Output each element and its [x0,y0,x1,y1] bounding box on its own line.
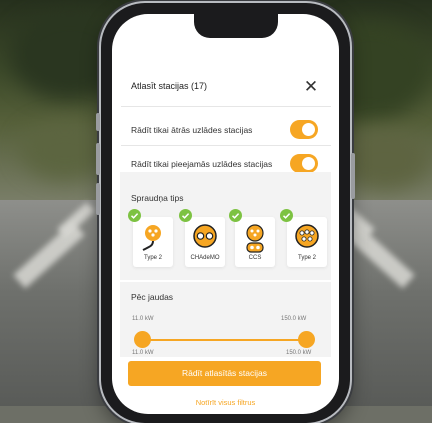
check-icon [280,209,293,222]
available-toggle[interactable] [290,154,318,173]
plug-type2-label: Type 2 [143,255,162,261]
power-max-label-bottom: 150.0 kW [286,350,312,356]
close-icon[interactable]: ✕ [300,76,322,98]
filter-title: Atlasīt stacijas (17) [131,81,208,91]
power-slider-min-thumb[interactable] [134,331,151,348]
phone-frame: Atlasīt stacijas (17) ✕ Rādīt tikai ātrā… [96,3,355,423]
power-min-label-bottom: 11.0 kW [132,350,154,356]
divider [121,145,331,146]
plug-ccs-card[interactable]: CCS [235,217,275,267]
plug-type2-cable-card[interactable]: Type 2 [133,217,173,267]
plug-ccs-label: CCS [248,255,262,261]
power-max-label-top: 150.0 kW [281,316,307,322]
show-selected-stations-button[interactable]: Rādīt atlasītās stacijas [128,361,321,386]
power-slider-max-thumb[interactable] [298,331,315,348]
plug-chademo-card[interactable]: CHAdeMO [185,217,225,267]
plug-chademo-label: CHAdeMO [190,255,220,261]
plug-type2-socket-card[interactable]: Type 2 [287,217,327,267]
power-title: Pēc jaudas [131,292,174,302]
power-slider-track[interactable] [142,339,304,341]
fast-charging-toggle[interactable] [290,120,318,139]
filter-header: Atlasīt stacijas (17) ✕ [112,69,339,107]
type2-socket-icon [295,224,319,248]
divider [121,106,331,107]
type2-cable-icon [142,225,161,251]
filter-available-label: Rādīt tikai pieejamās uzlādes stacijas [131,159,273,169]
check-icon [128,209,141,222]
phone-notch [194,14,278,38]
ccs-icon [246,224,264,253]
plug-type2-socket-label: Type 2 [297,255,316,261]
plug-type-title: Spraudņa tips [131,193,184,203]
check-icon [229,209,242,222]
power-min-label-top: 11.0 kW [132,316,154,322]
check-icon [179,209,192,222]
filter-fast-charging-row: Rādīt tikai ātrās uzlādes stacijas [112,116,339,144]
filter-fast-charging-label: Rādīt tikai ātrās uzlādes stacijas [131,125,253,135]
chademo-icon [193,224,217,248]
app-screen: Atlasīt stacijas (17) ✕ Rādīt tikai ātrā… [112,14,339,414]
